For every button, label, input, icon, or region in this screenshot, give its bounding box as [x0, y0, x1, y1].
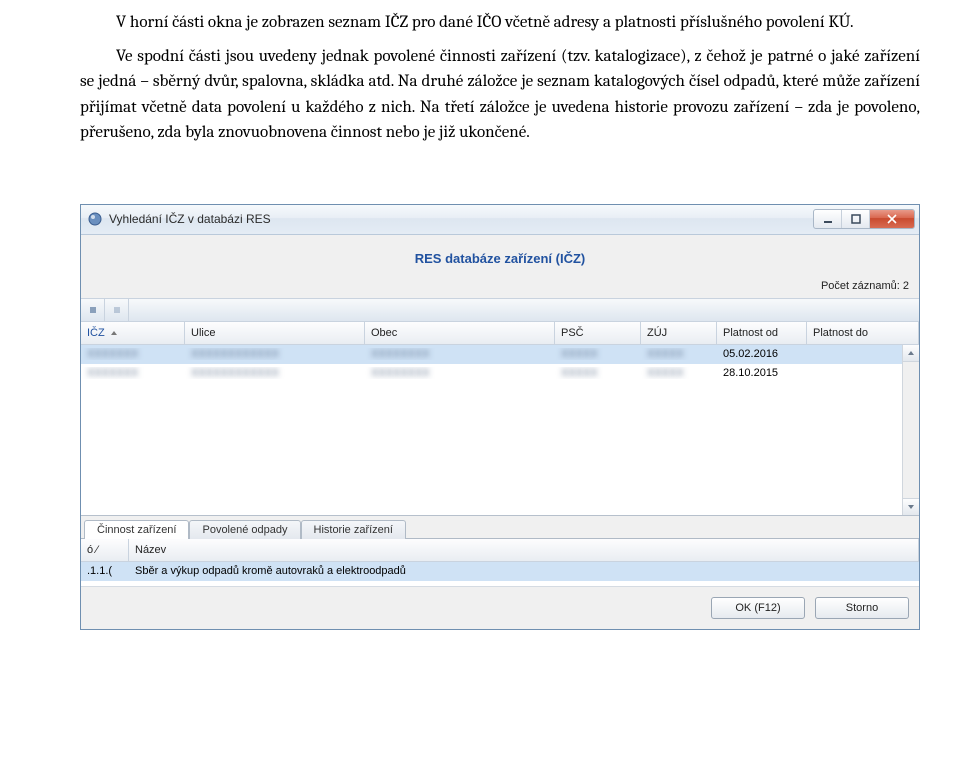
cell-platnost-od: 05.02.2016	[717, 348, 807, 360]
cell-ulice: XXXXXXXXXXXX	[185, 367, 365, 379]
grid-toolbar	[81, 298, 919, 322]
window-controls	[813, 209, 915, 229]
paragraph-1: V horní části okna je zobrazen seznam IČ…	[80, 10, 920, 36]
tabs: Činnost zařízení Povolené odpady Histori…	[81, 515, 919, 538]
titlebar[interactable]: Vyhledání IČZ v databázi RES	[81, 205, 919, 235]
cell-psc: XXXXX	[555, 367, 641, 379]
cell-icz: XXXXXXX	[81, 348, 185, 360]
vertical-scrollbar[interactable]	[902, 345, 919, 515]
col-header-platnost-od[interactable]: Platnost od	[717, 322, 807, 344]
col-header-id[interactable]: ó ⁄	[81, 539, 129, 561]
cell-nazev: Sběr a výkup odpadů kromě autovraků a el…	[129, 565, 919, 577]
col-header-psc[interactable]: PSČ	[555, 322, 641, 344]
cell-obec: XXXXXXXX	[365, 367, 555, 379]
cell-zuj: XXXXX	[641, 348, 717, 360]
dialog-footer: OK (F12) Storno	[81, 586, 919, 629]
toolbar-button-2[interactable]	[105, 299, 129, 321]
table-row[interactable]: .1.1.( Sběr a výkup odpadů kromě autovra…	[81, 562, 919, 581]
tab-historie-zarizeni[interactable]: Historie zařízení	[301, 520, 406, 539]
cell-zuj: XXXXX	[641, 367, 717, 379]
cell-icz: XXXXXXX	[81, 367, 185, 379]
col-header-icz[interactable]: IČZ	[81, 322, 185, 344]
col-header-obec[interactable]: Obec	[365, 322, 555, 344]
col-header-nazev[interactable]: Název	[129, 539, 919, 561]
tab-cinnost-zarizeni[interactable]: Činnost zařízení	[84, 520, 189, 539]
cell-obec: XXXXXXXX	[365, 348, 555, 360]
cell-ulice: XXXXXXXXXXXX	[185, 348, 365, 360]
tab-povolene-odpady[interactable]: Povolené odpady	[189, 520, 300, 539]
maximize-button[interactable]	[842, 210, 870, 228]
table-row[interactable]: XXXXXXX XXXXXXXXXXXX XXXXXXXX XXXXX XXXX…	[81, 364, 902, 383]
col-header-platnost-do[interactable]: Platnost do	[807, 322, 919, 344]
paragraph-2: Ve spodní části jsou uvedeny jednak povo…	[80, 44, 920, 146]
ok-button[interactable]: OK (F12)	[711, 597, 805, 619]
app-window: Vyhledání IČZ v databázi RES RES databáz…	[80, 204, 920, 630]
table-row[interactable]: XXXXXXX XXXXXXXXXXXX XXXXXXXX XXXXX XXXX…	[81, 345, 902, 364]
window-title: Vyhledání IČZ v databázi RES	[109, 212, 813, 226]
grid-header: IČZ Ulice Obec PSČ ZÚJ Platnost od Platn…	[81, 322, 919, 345]
window-heading: RES databáze zařízení (IČZ)	[81, 235, 919, 280]
toolbar-button-1[interactable]	[81, 299, 105, 321]
tab-panel: ó ⁄ Název .1.1.( Sběr a výkup odpadů kro…	[81, 538, 919, 586]
col-header-ulice[interactable]: Ulice	[185, 322, 365, 344]
cancel-button[interactable]: Storno	[815, 597, 909, 619]
col-header-zuj[interactable]: ZÚJ	[641, 322, 717, 344]
document-text: V horní části okna je zobrazen seznam IČ…	[0, 0, 960, 184]
close-button[interactable]	[870, 210, 914, 228]
scroll-up-icon[interactable]	[903, 345, 919, 362]
scroll-down-icon[interactable]	[903, 498, 919, 515]
cell-id: .1.1.(	[81, 565, 129, 577]
cell-psc: XXXXX	[555, 348, 641, 360]
grid2-header: ó ⁄ Název	[81, 539, 919, 562]
app-icon	[87, 211, 103, 227]
cell-platnost-od: 28.10.2015	[717, 367, 807, 379]
record-count: Počet záznamů: 2	[81, 280, 919, 298]
grid2-body: .1.1.( Sběr a výkup odpadů kromě autovra…	[81, 562, 919, 586]
minimize-button[interactable]	[814, 210, 842, 228]
grid-body: XXXXXXX XXXXXXXXXXXX XXXXXXXX XXXXX XXXX…	[81, 345, 919, 515]
scroll-track[interactable]	[903, 362, 919, 498]
